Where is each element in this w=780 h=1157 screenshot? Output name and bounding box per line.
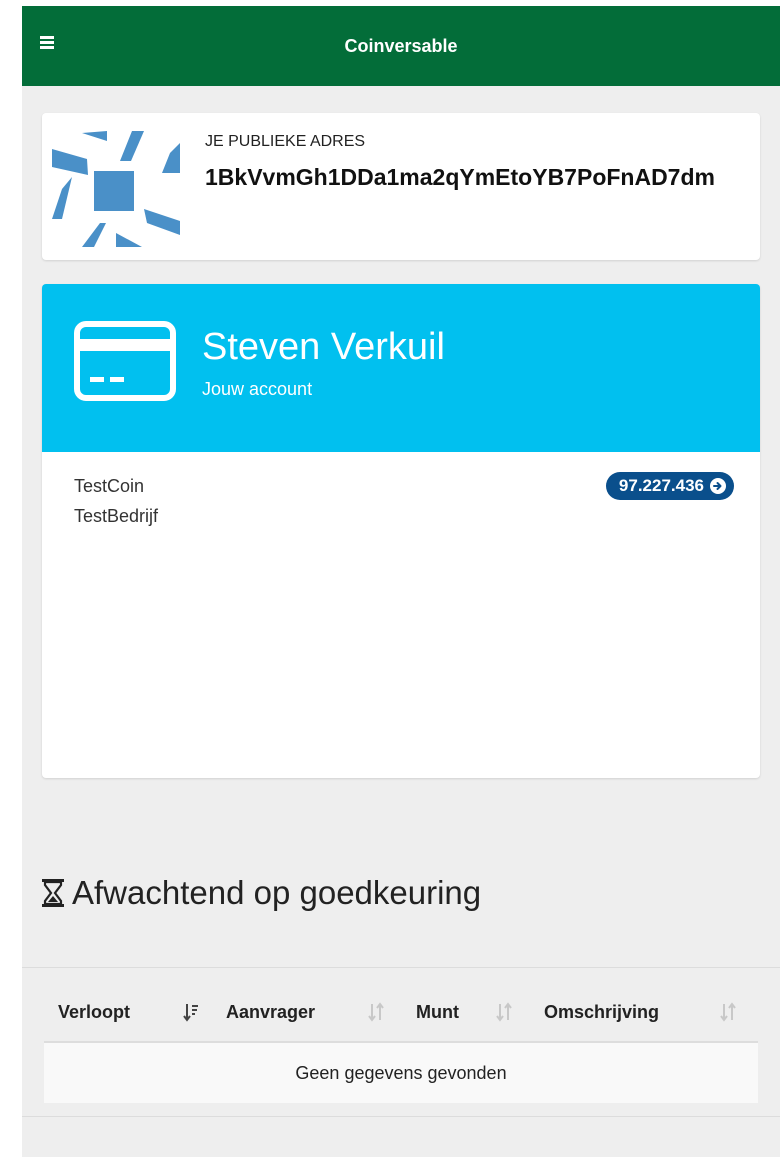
address-label: JE PUBLIEKE ADRES <box>205 133 366 150</box>
sort-icon[interactable] <box>496 1002 512 1022</box>
sort-desc-icon[interactable] <box>183 1002 199 1022</box>
identicon-avatar <box>52 131 180 247</box>
public-address-value: 1BkVvmGh1DDa1ma2qYmEtoYB7PoFnAD7dm <box>205 164 715 190</box>
coin-name: TestCoin <box>74 476 145 496</box>
column-header-omschrijving[interactable]: Omschrijving <box>544 1002 659 1023</box>
table-empty-row: Geen gegevens gevonden <box>44 1043 758 1103</box>
column-header-aanvrager[interactable]: Aanvrager <box>226 1002 315 1023</box>
credit-card-icon <box>74 321 176 401</box>
sort-icon[interactable] <box>720 1002 736 1022</box>
arrow-circle-right-icon <box>710 478 726 494</box>
balance-value: 97.227.436 <box>618 476 704 495</box>
account-header: Steven Verkuil Jouw account <box>42 284 760 452</box>
top-bar: Coinversable <box>22 6 780 86</box>
hourglass-icon <box>42 879 64 907</box>
public-address-card: JE PUBLIEKE ADRES 1BkVvmGh1DDa1ma2qYmEto… <box>42 113 760 260</box>
account-subtitle: Jouw account <box>202 379 313 399</box>
sort-icon[interactable] <box>368 1002 384 1022</box>
app-title: Coinversable <box>344 36 458 56</box>
account-card: Steven Verkuil Jouw account TestCoin Tes… <box>42 284 760 778</box>
coin-company: TestBedrijf <box>74 506 159 526</box>
pending-approval-heading: Afwachtend op goedkeuring <box>42 874 481 912</box>
pending-title-text: Afwachtend op goedkeuring <box>72 874 482 911</box>
column-header-verloopt[interactable]: Verloopt <box>58 1002 130 1023</box>
account-name: Steven Verkuil <box>202 326 445 368</box>
balance-button[interactable]: 97.227.436 <box>605 472 734 500</box>
app-screen: Coinversable JE PUBLIEKE ADRES 1BkVvmGh1… <box>22 6 780 1157</box>
pending-table: Verloopt Aanvrager Munt Omschrijving Gee… <box>22 967 780 1117</box>
column-header-munt[interactable]: Munt <box>416 1002 459 1023</box>
